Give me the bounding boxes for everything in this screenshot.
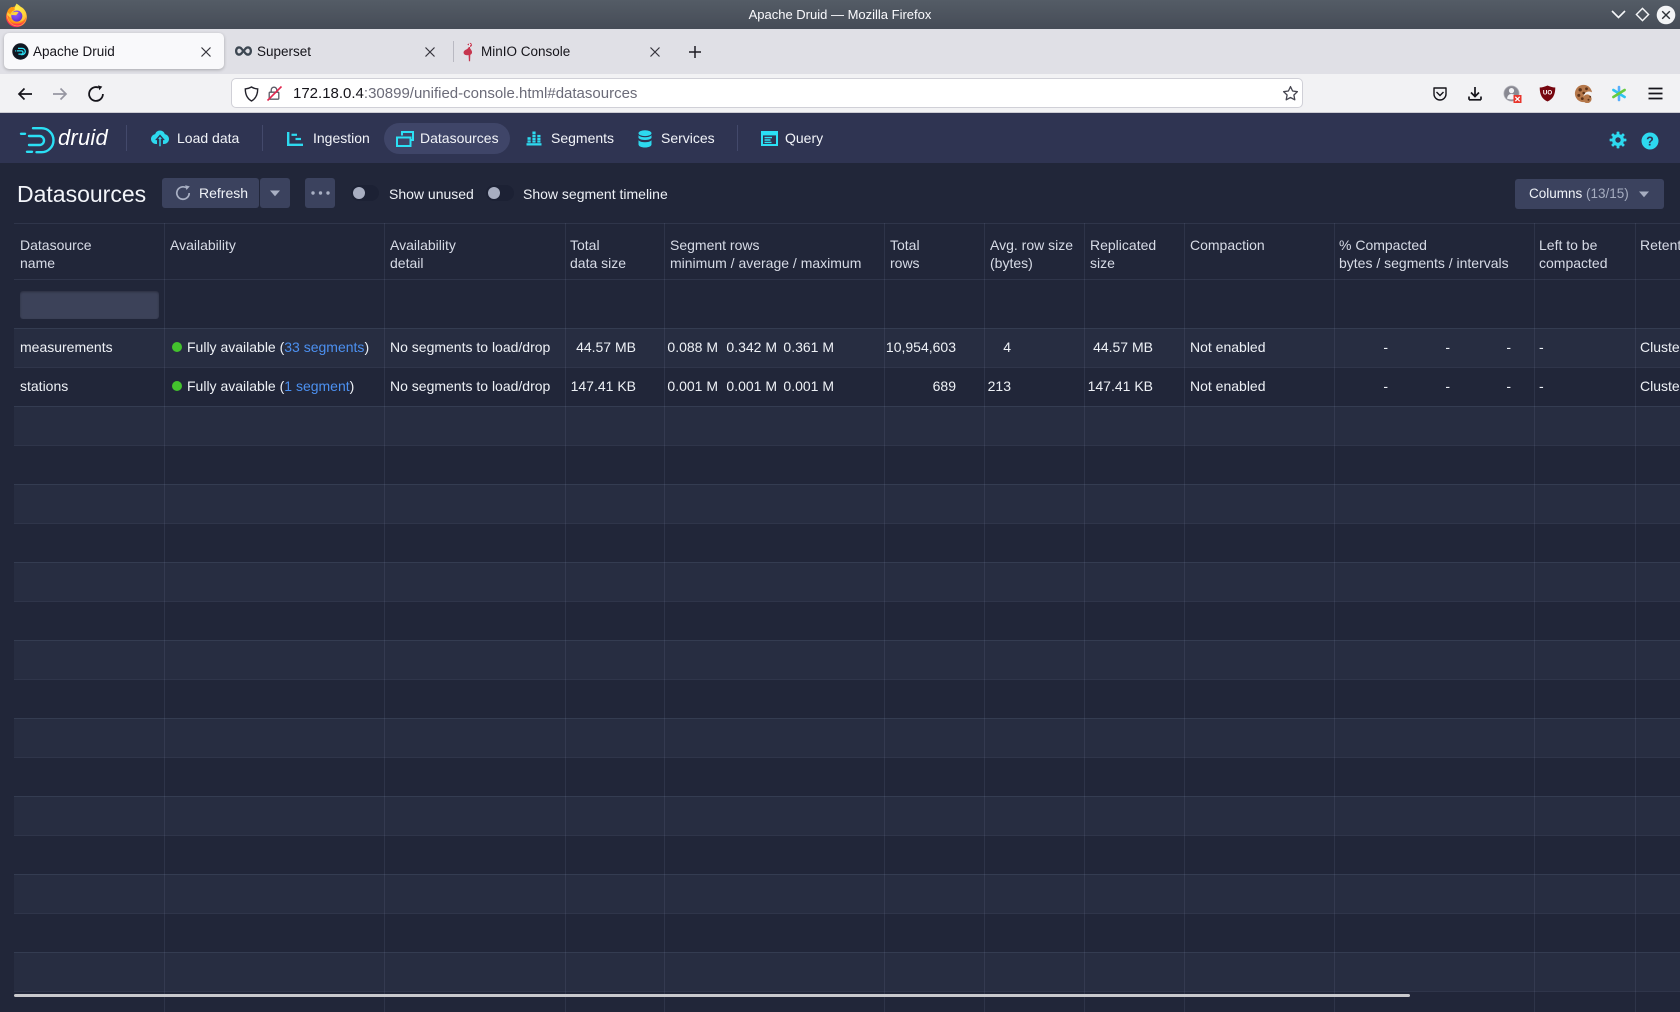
svg-text:UO: UO: [1543, 90, 1552, 97]
svg-text:?: ?: [1646, 135, 1654, 149]
